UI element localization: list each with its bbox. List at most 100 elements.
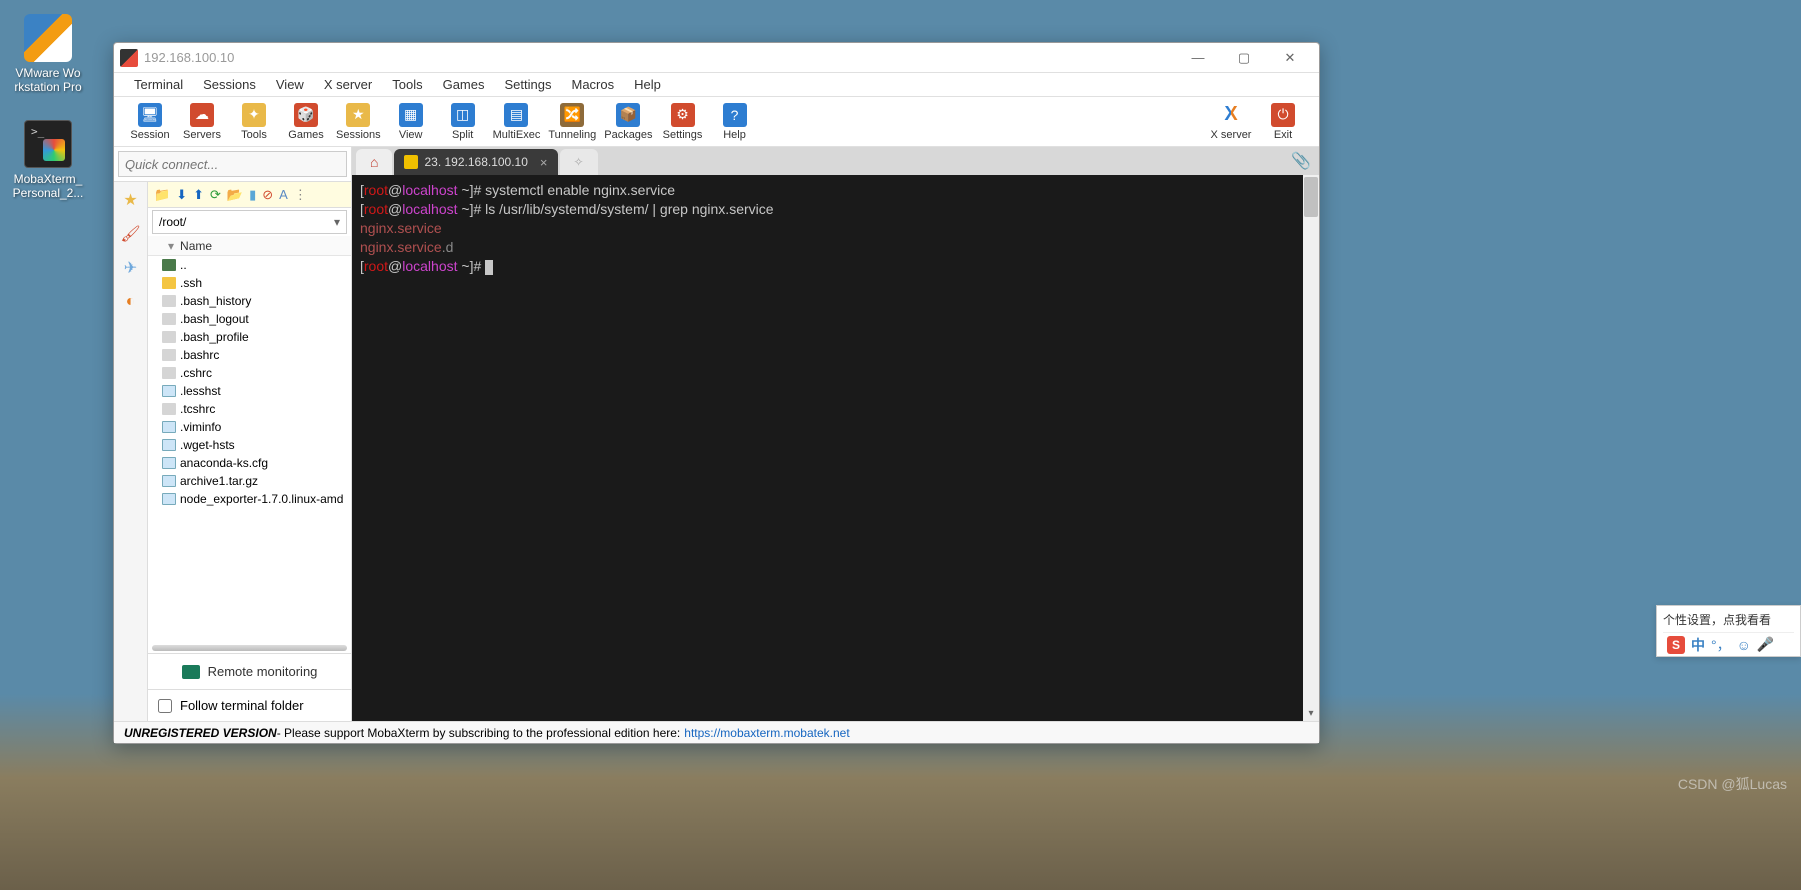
ime-face-icon[interactable]: ☺ xyxy=(1737,637,1751,653)
file-row[interactable]: .. xyxy=(148,256,351,274)
follow-terminal-checkbox[interactable] xyxy=(158,699,172,713)
packages-button[interactable]: 📦Packages xyxy=(600,103,656,141)
file-tree[interactable]: .. .ssh .bash_history.bash_logout.bash_pro… xyxy=(148,256,351,643)
path-input[interactable]: /root/ ▾ xyxy=(152,210,347,234)
file-row[interactable]: anaconda-ks.cfg xyxy=(148,454,351,472)
tab-new[interactable]: ✧ xyxy=(560,149,598,175)
tab-session-active[interactable]: 23. 192.168.100.10 × xyxy=(394,149,557,175)
favorites-tab-icon[interactable]: ★ xyxy=(119,188,143,212)
file-name: .ssh xyxy=(180,276,202,290)
exit-button[interactable]: ⏻Exit xyxy=(1257,103,1309,141)
scrollbar-down-icon[interactable]: ▾ xyxy=(1303,705,1319,721)
session-button[interactable]: 🖥Session xyxy=(124,103,176,141)
download-icon[interactable]: ⬇ xyxy=(176,187,187,203)
sessions-button[interactable]: ★Sessions xyxy=(332,103,385,141)
file-name: anaconda-ks.cfg xyxy=(180,456,268,470)
close-button[interactable]: ✕ xyxy=(1267,43,1313,73)
terminal[interactable]: [root@localhost ~]# systemctl enable ngi… xyxy=(352,175,1303,721)
toolbar: 🖥Session☁Servers✦Tools🎲Games★Sessions▦Vi… xyxy=(114,97,1319,147)
file-row[interactable]: .lesshst xyxy=(148,382,351,400)
xserver-button[interactable]: XX server xyxy=(1205,103,1257,141)
desktop-icon-mobaxterm[interactable]: MobaXterm_ Personal_2... xyxy=(8,120,88,201)
file-row[interactable]: .bash_history xyxy=(148,292,351,310)
attachment-icon[interactable]: 📎 xyxy=(1291,151,1311,171)
split-button[interactable]: ◫Split xyxy=(437,103,489,141)
statusbar-link[interactable]: https://mobaxterm.mobatek.net xyxy=(684,726,849,740)
scrollbar-thumb[interactable] xyxy=(1304,177,1318,217)
floating-panel[interactable]: 个性设置，点我看看 S 中 °， ☺ 🎤 xyxy=(1656,605,1801,657)
ime-mic-icon[interactable]: 🎤 xyxy=(1757,636,1774,653)
file-row[interactable]: .ssh xyxy=(148,274,351,292)
quick-connect-input[interactable] xyxy=(118,151,347,177)
menu-settings[interactable]: Settings xyxy=(495,77,562,92)
tunneling-button-icon: 🔀 xyxy=(560,103,584,127)
tab-label: 23. 192.168.100.10 xyxy=(424,155,527,169)
path-dropdown-icon[interactable]: ▾ xyxy=(334,215,340,229)
remote-monitoring-button[interactable]: Remote monitoring xyxy=(148,653,351,689)
file-row[interactable]: .cshrc xyxy=(148,364,351,382)
statusbar: UNREGISTERED VERSION - Please support Mo… xyxy=(114,721,1319,743)
help-button[interactable]: ?Help xyxy=(709,103,761,141)
new-folder-icon[interactable]: 📂 xyxy=(227,187,243,203)
more-icon[interactable]: ⋮ xyxy=(294,187,307,203)
view-button[interactable]: ▦View xyxy=(385,103,437,141)
menu-macros[interactable]: Macros xyxy=(561,77,624,92)
file-row[interactable]: .viminfo xyxy=(148,418,351,436)
new-file-icon[interactable]: ▮ xyxy=(249,187,256,203)
file-row[interactable]: .bashrc xyxy=(148,346,351,364)
ime-lang-label[interactable]: 中 xyxy=(1691,635,1705,655)
tools-tab-icon[interactable]: ◐ xyxy=(119,290,143,314)
tab-close-icon[interactable]: × xyxy=(540,155,548,170)
sogou-icon[interactable]: S xyxy=(1667,636,1685,654)
tab-home[interactable]: ⌂ xyxy=(356,149,392,175)
file-row[interactable]: archive1.tar.gz xyxy=(148,472,351,490)
file-row[interactable]: .wget-hsts xyxy=(148,436,351,454)
file-toolbar: 📁 ⬇ ⬆ ⟳ 📂 ▮ ⊘ A ⋮ xyxy=(148,182,351,208)
settings-button[interactable]: ⚙Settings xyxy=(657,103,709,141)
desktop-icon-vmware[interactable]: VMware Wo rkstation Pro xyxy=(8,14,88,95)
menu-help[interactable]: Help xyxy=(624,77,671,92)
delete-icon[interactable]: ⊘ xyxy=(262,187,273,203)
file-row[interactable]: .bash_profile xyxy=(148,328,351,346)
refresh-icon[interactable]: ⟳ xyxy=(210,187,221,203)
vmware-icon xyxy=(24,14,72,62)
menu-tools[interactable]: Tools xyxy=(382,77,432,92)
sessions-button-icon: ★ xyxy=(346,103,370,127)
terminal-output: nginx.service xyxy=(360,239,442,255)
menu-sessions[interactable]: Sessions xyxy=(193,77,266,92)
file-up-icon[interactable]: 📁 xyxy=(154,187,170,203)
ime-punct-icon[interactable]: °， xyxy=(1711,635,1731,655)
menu-xserver[interactable]: X server xyxy=(314,77,382,92)
file-row[interactable]: .bash_logout xyxy=(148,310,351,328)
titlebar[interactable]: 192.168.100.10 ― ▢ ✕ xyxy=(114,43,1319,73)
watermark: CSDN @狐Lucas xyxy=(1678,774,1787,794)
upload-icon[interactable]: ⬆ xyxy=(193,187,204,203)
sftp-tab-icon[interactable]: 🖌 xyxy=(119,222,143,246)
doc-icon xyxy=(162,439,176,451)
menu-terminal[interactable]: Terminal xyxy=(124,77,193,92)
ime-bar[interactable]: S 中 °， ☺ 🎤 xyxy=(1663,632,1794,656)
tools-button-icon: ✦ xyxy=(242,103,266,127)
exit-button-icon: ⏻ xyxy=(1271,103,1295,127)
file-icon xyxy=(162,367,176,379)
games-button[interactable]: 🎲Games xyxy=(280,103,332,141)
tools-button[interactable]: ✦Tools xyxy=(228,103,280,141)
tab-strip: ⌂ 23. 192.168.100.10 × ✧ 📎 xyxy=(352,147,1319,175)
multiexec-button[interactable]: ▤MultiExec xyxy=(489,103,545,141)
file-header-name[interactable]: Name xyxy=(180,239,212,253)
menu-games[interactable]: Games xyxy=(433,77,495,92)
file-icon xyxy=(162,295,176,307)
macros-tab-icon[interactable]: ✈ xyxy=(119,256,143,280)
terminal-scrollbar[interactable]: ▾ xyxy=(1303,175,1319,721)
file-row[interactable]: .tcshrc xyxy=(148,400,351,418)
file-scrollbar[interactable] xyxy=(152,645,347,651)
file-icon xyxy=(162,313,176,325)
maximize-button[interactable]: ▢ xyxy=(1221,43,1267,73)
properties-icon[interactable]: A xyxy=(279,187,288,202)
minimize-button[interactable]: ― xyxy=(1175,43,1221,73)
file-row[interactable]: node_exporter-1.7.0.linux-amd xyxy=(148,490,351,508)
servers-button[interactable]: ☁Servers xyxy=(176,103,228,141)
tunneling-button[interactable]: 🔀Tunneling xyxy=(544,103,600,141)
menu-view[interactable]: View xyxy=(266,77,314,92)
follow-terminal-label: Follow terminal folder xyxy=(180,698,304,713)
